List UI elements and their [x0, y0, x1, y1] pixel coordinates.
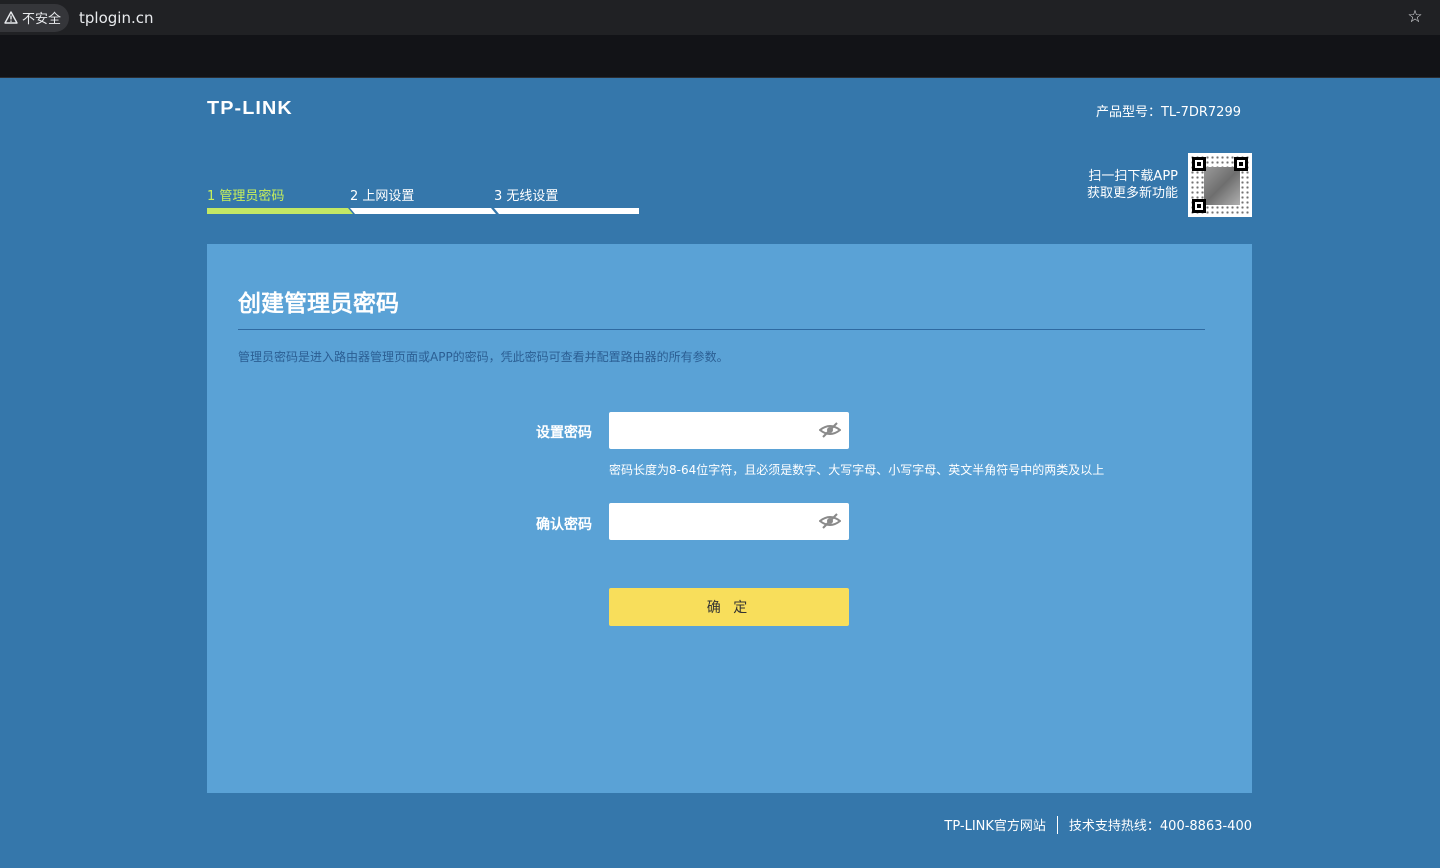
set-password-input[interactable]: [609, 412, 849, 449]
security-indicator[interactable]: 不安全: [0, 3, 70, 32]
qr-code-icon: [1188, 153, 1252, 217]
app-promo-line2: 获取更多新功能: [1086, 186, 1178, 201]
model-value: TL-7DR7299: [1160, 105, 1241, 120]
password-card: 创建管理员密码 管理员密码是进入路由器管理页面或APP的密码，凭此密码可查看并配…: [207, 244, 1252, 793]
step-progress-bar-active: [207, 208, 353, 214]
confirm-password-label: 确认密码: [536, 517, 592, 533]
toggle-visibility-icon[interactable]: [818, 512, 842, 530]
toggle-visibility-icon[interactable]: [818, 421, 842, 439]
password-hint: 密码长度为8-64位字符，且必须是数字、大写字母、小写字母、英文半角符号中的两类…: [609, 463, 1105, 477]
step-internet-setup: 2 上网设置: [350, 189, 415, 204]
step-wireless-setup: 3 无线设置: [494, 189, 559, 204]
model-info: 产品型号：TL-7DR7299: [1096, 101, 1241, 120]
browser-address-bar: 不安全 tplogin.cn ☆: [0, 0, 1440, 35]
model-label: 产品型号：: [1095, 105, 1161, 120]
set-password-box: [609, 412, 849, 449]
tp-link-logo: TP-LINK: [207, 98, 293, 118]
confirm-password-input[interactable]: [609, 503, 849, 540]
app-promo-text: 扫一扫下载APP 获取更多新功能: [1087, 168, 1178, 202]
confirm-password-box: [609, 503, 849, 540]
step-progress-bar: [494, 208, 639, 214]
footer: TP-LINK官方网站 技术支持热线：400-8863-400: [944, 815, 1252, 834]
url-field[interactable]: tplogin.cn: [79, 9, 153, 27]
setup-steps: 1 管理员密码 2 上网设置 3 无线设置: [207, 185, 639, 215]
warning-icon: [4, 11, 18, 24]
set-password-label: 设置密码: [536, 425, 592, 441]
bookmark-star-icon[interactable]: ☆: [1406, 8, 1424, 26]
page-title: 创建管理员密码: [238, 291, 399, 317]
official-site-link[interactable]: TP-LINK官方网站: [944, 815, 1046, 834]
app-download-promo: 扫一扫下载APP 获取更多新功能: [1087, 153, 1252, 217]
step-progress-bar: [350, 208, 496, 214]
app-promo-line1: 扫一扫下载APP: [1088, 169, 1178, 184]
card-description: 管理员密码是进入路由器管理页面或APP的密码，凭此密码可查看并配置路由器的所有参…: [238, 350, 729, 364]
step-admin-password: 1 管理员密码: [207, 189, 285, 204]
browser-toolbar: [0, 35, 1440, 78]
confirm-button[interactable]: 确 定: [609, 588, 849, 626]
divider: [238, 329, 1205, 330]
security-label: 不安全: [22, 12, 62, 27]
footer-divider: [1056, 815, 1058, 834]
support-hotline: 技术支持热线：400-8863-400: [1068, 819, 1252, 834]
